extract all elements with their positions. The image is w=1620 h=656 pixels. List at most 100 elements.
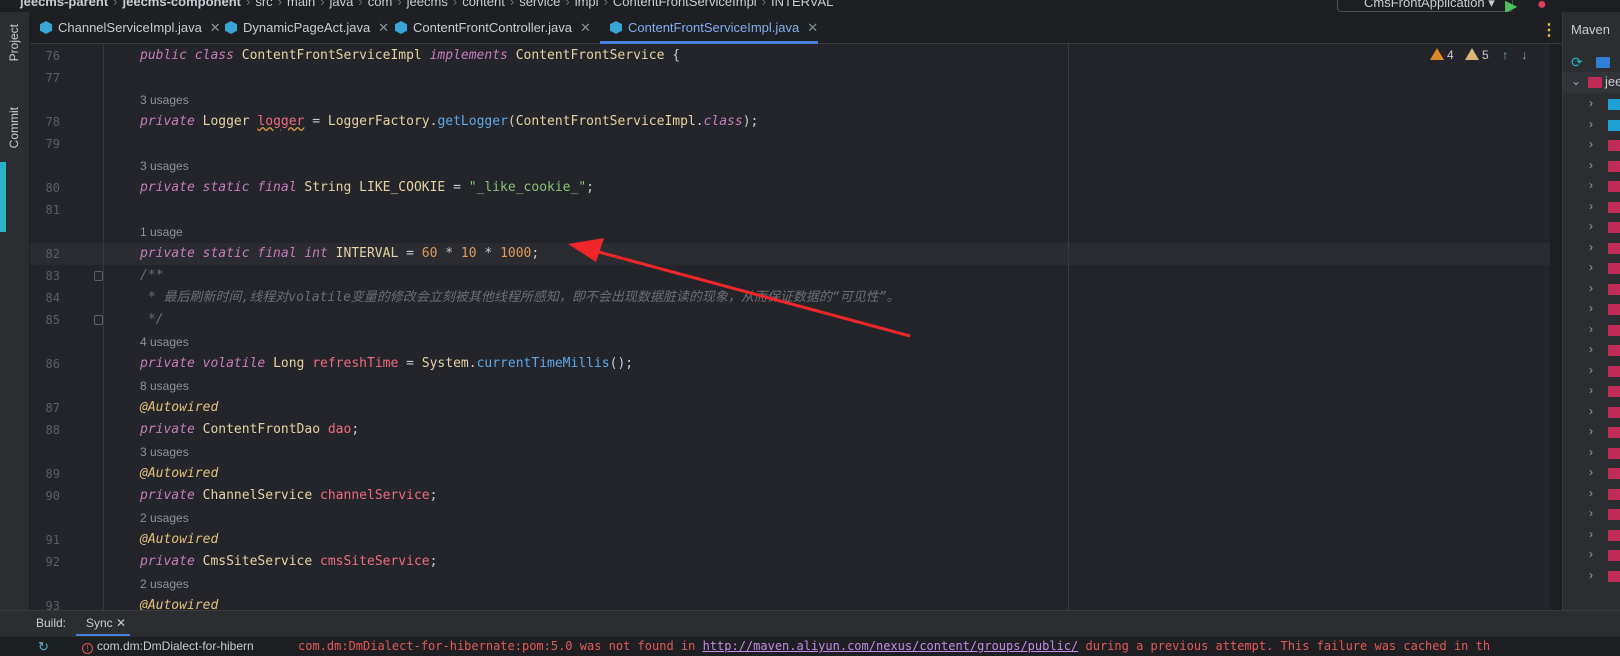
- java-class-icon: [40, 21, 52, 34]
- error-text: com.dm:DmDialect-for-hibernate:pom:5.0 w…: [298, 639, 703, 653]
- more-options-icon[interactable]: ⋮: [1541, 20, 1557, 40]
- breadcrumb-separator: ›: [397, 0, 402, 9]
- refresh-icon[interactable]: ↻: [38, 639, 49, 655]
- maven-module-item[interactable]: ›: [1563, 361, 1620, 382]
- tab-content-front-service-impl[interactable]: ContentFrontServiceImpl.java ✕: [600, 12, 818, 44]
- sync-tab[interactable]: Sync ✕: [75, 616, 131, 636]
- maven-root-item[interactable]: ⌄ jee: [1563, 72, 1620, 93]
- maven-module-item[interactable]: ›: [1563, 402, 1620, 423]
- usage-hint[interactable]: 4 usages: [30, 331, 1550, 353]
- usage-count[interactable]: 3 usages: [140, 89, 189, 111]
- code-line: 79: [30, 133, 1550, 155]
- usage-count[interactable]: 2 usages: [140, 507, 189, 529]
- usage-hint[interactable]: 8 usages: [30, 375, 1550, 397]
- arrow-up-icon[interactable]: ↑: [1502, 48, 1508, 62]
- close-icon[interactable]: ✕: [116, 616, 126, 630]
- tab-channel-service-impl[interactable]: ChannelServiceImpl.java ✕: [30, 12, 221, 43]
- arrow-down-icon[interactable]: ↓: [1521, 48, 1527, 62]
- code-token: System: [421, 356, 469, 371]
- code-token: private static final: [140, 180, 305, 195]
- code-text: public class ContentFrontServiceImpl imp…: [140, 45, 680, 67]
- code-editor[interactable]: 93 @Autowired 2 usages 92 private CmsSiteSer…: [30, 44, 1550, 610]
- code-token: private static final int: [140, 246, 336, 261]
- breadcrumb-item[interactable]: src: [255, 0, 272, 9]
- usage-hint[interactable]: 2 usages: [30, 573, 1550, 595]
- breadcrumb: jeecms-parent › jeecms-component › src › main ›…: [0, 0, 1250, 10]
- breadcrumb-item[interactable]: impl: [575, 0, 599, 9]
- repository-link[interactable]: http://maven.aliyun.com/nexus/content/gr…: [703, 639, 1079, 653]
- fold-icon[interactable]: [94, 271, 103, 281]
- maven-module-item[interactable]: ›: [1563, 484, 1620, 505]
- usage-count[interactable]: 4 usages: [140, 331, 189, 353]
- usage-count[interactable]: 2 usages: [140, 573, 189, 595]
- maven-module-item[interactable]: ›: [1563, 545, 1620, 566]
- tab-label: ChannelServiceImpl.java: [58, 20, 202, 35]
- maven-module-item[interactable]: ›: [1563, 258, 1620, 279]
- code-token: channelService: [320, 488, 430, 503]
- maven-module-item[interactable]: ›: [1563, 115, 1620, 136]
- close-icon[interactable]: ✕: [807, 20, 818, 35]
- maven-module-item[interactable]: ›: [1563, 422, 1620, 443]
- maven-module-item[interactable]: ›: [1563, 463, 1620, 484]
- maven-module-item[interactable]: ›: [1563, 381, 1620, 402]
- breadcrumb-item[interactable]: com: [368, 0, 393, 9]
- chevron-right-icon: ›: [1589, 506, 1593, 520]
- maven-module-item[interactable]: ›: [1563, 443, 1620, 464]
- breadcrumb-separator: ›: [113, 0, 118, 9]
- breadcrumb-item[interactable]: service: [519, 0, 560, 9]
- maven-module-item[interactable]: ›: [1563, 279, 1620, 300]
- maven-module-item[interactable]: ›: [1563, 135, 1620, 156]
- breadcrumb-item[interactable]: jeecms-component: [123, 0, 241, 9]
- chevron-right-icon: ›: [1589, 116, 1593, 131]
- maven-module-item[interactable]: ›: [1563, 525, 1620, 546]
- maven-module-item[interactable]: ›: [1563, 197, 1620, 218]
- fold-icon[interactable]: [94, 315, 103, 325]
- usage-count[interactable]: 3 usages: [140, 155, 189, 177]
- maven-module-item[interactable]: ›: [1563, 504, 1620, 525]
- add-project-icon[interactable]: [1596, 57, 1610, 68]
- code-text: private static final String LIKE_COOKIE …: [140, 177, 594, 199]
- code-token: @Autowired: [140, 598, 219, 610]
- maven-module-icon: [1608, 550, 1620, 561]
- commit-tool-button[interactable]: Commit: [7, 107, 21, 148]
- code-token: ;: [586, 180, 594, 195]
- build-output-row: ↻ ! com.dm:DmDialect-for-hibern com.dm:Dm…: [0, 637, 1620, 656]
- usage-hint[interactable]: 3 usages: [30, 441, 1550, 463]
- usage-hint[interactable]: 3 usages: [30, 89, 1550, 111]
- inspection-widget[interactable]: 4 5 ↑ ↓: [1430, 48, 1527, 62]
- maven-module-item[interactable]: ›: [1563, 320, 1620, 341]
- breadcrumb-item[interactable]: ContentFrontServiceImpl: [613, 0, 757, 9]
- breadcrumb-item[interactable]: jeecms: [407, 0, 448, 9]
- code-line: 83 /**: [30, 265, 1550, 287]
- project-tool-button[interactable]: Project: [7, 24, 21, 61]
- build-label: Build:: [36, 616, 67, 630]
- breadcrumb-separator: ›: [565, 0, 570, 9]
- breadcrumb-item[interactable]: jeecms-parent: [20, 0, 108, 9]
- maven-module-item[interactable]: ›: [1563, 94, 1620, 115]
- usage-hint[interactable]: 2 usages: [30, 507, 1550, 529]
- close-icon[interactable]: ✕: [580, 20, 591, 35]
- maven-module-item[interactable]: ›: [1563, 340, 1620, 361]
- breadcrumb-item[interactable]: main: [287, 0, 315, 9]
- breadcrumb-item[interactable]: INTERVAL: [771, 0, 833, 9]
- usage-count[interactable]: 8 usages: [140, 375, 189, 397]
- reload-icon[interactable]: ⟳: [1571, 54, 1583, 71]
- maven-module-item[interactable]: ›: [1563, 566, 1620, 587]
- usage-hint[interactable]: 3 usages: [30, 155, 1550, 177]
- maven-module-item[interactable]: ›: [1563, 156, 1620, 177]
- maven-module-item[interactable]: ›: [1563, 217, 1620, 238]
- build-error-node[interactable]: ! com.dm:DmDialect-for-hibern: [82, 639, 254, 654]
- usage-count[interactable]: 1 usage: [140, 221, 183, 243]
- maven-module-item[interactable]: ›: [1563, 238, 1620, 259]
- tab-dynamic-page-act[interactable]: DynamicPageAct.java ✕: [215, 12, 389, 43]
- breadcrumb-item[interactable]: content: [462, 0, 505, 9]
- usage-count[interactable]: 3 usages: [140, 441, 189, 463]
- usage-hint[interactable]: 1 usage: [30, 221, 1550, 243]
- code-token: =: [445, 180, 469, 195]
- code-token: logger: [257, 114, 305, 129]
- maven-module-item[interactable]: ›: [1563, 299, 1620, 320]
- maven-module-item[interactable]: ›: [1563, 176, 1620, 197]
- maven-module-icon: [1608, 570, 1620, 582]
- breadcrumb-item[interactable]: java: [330, 0, 354, 9]
- tab-content-front-controller[interactable]: ContentFrontController.java ✕: [385, 12, 591, 43]
